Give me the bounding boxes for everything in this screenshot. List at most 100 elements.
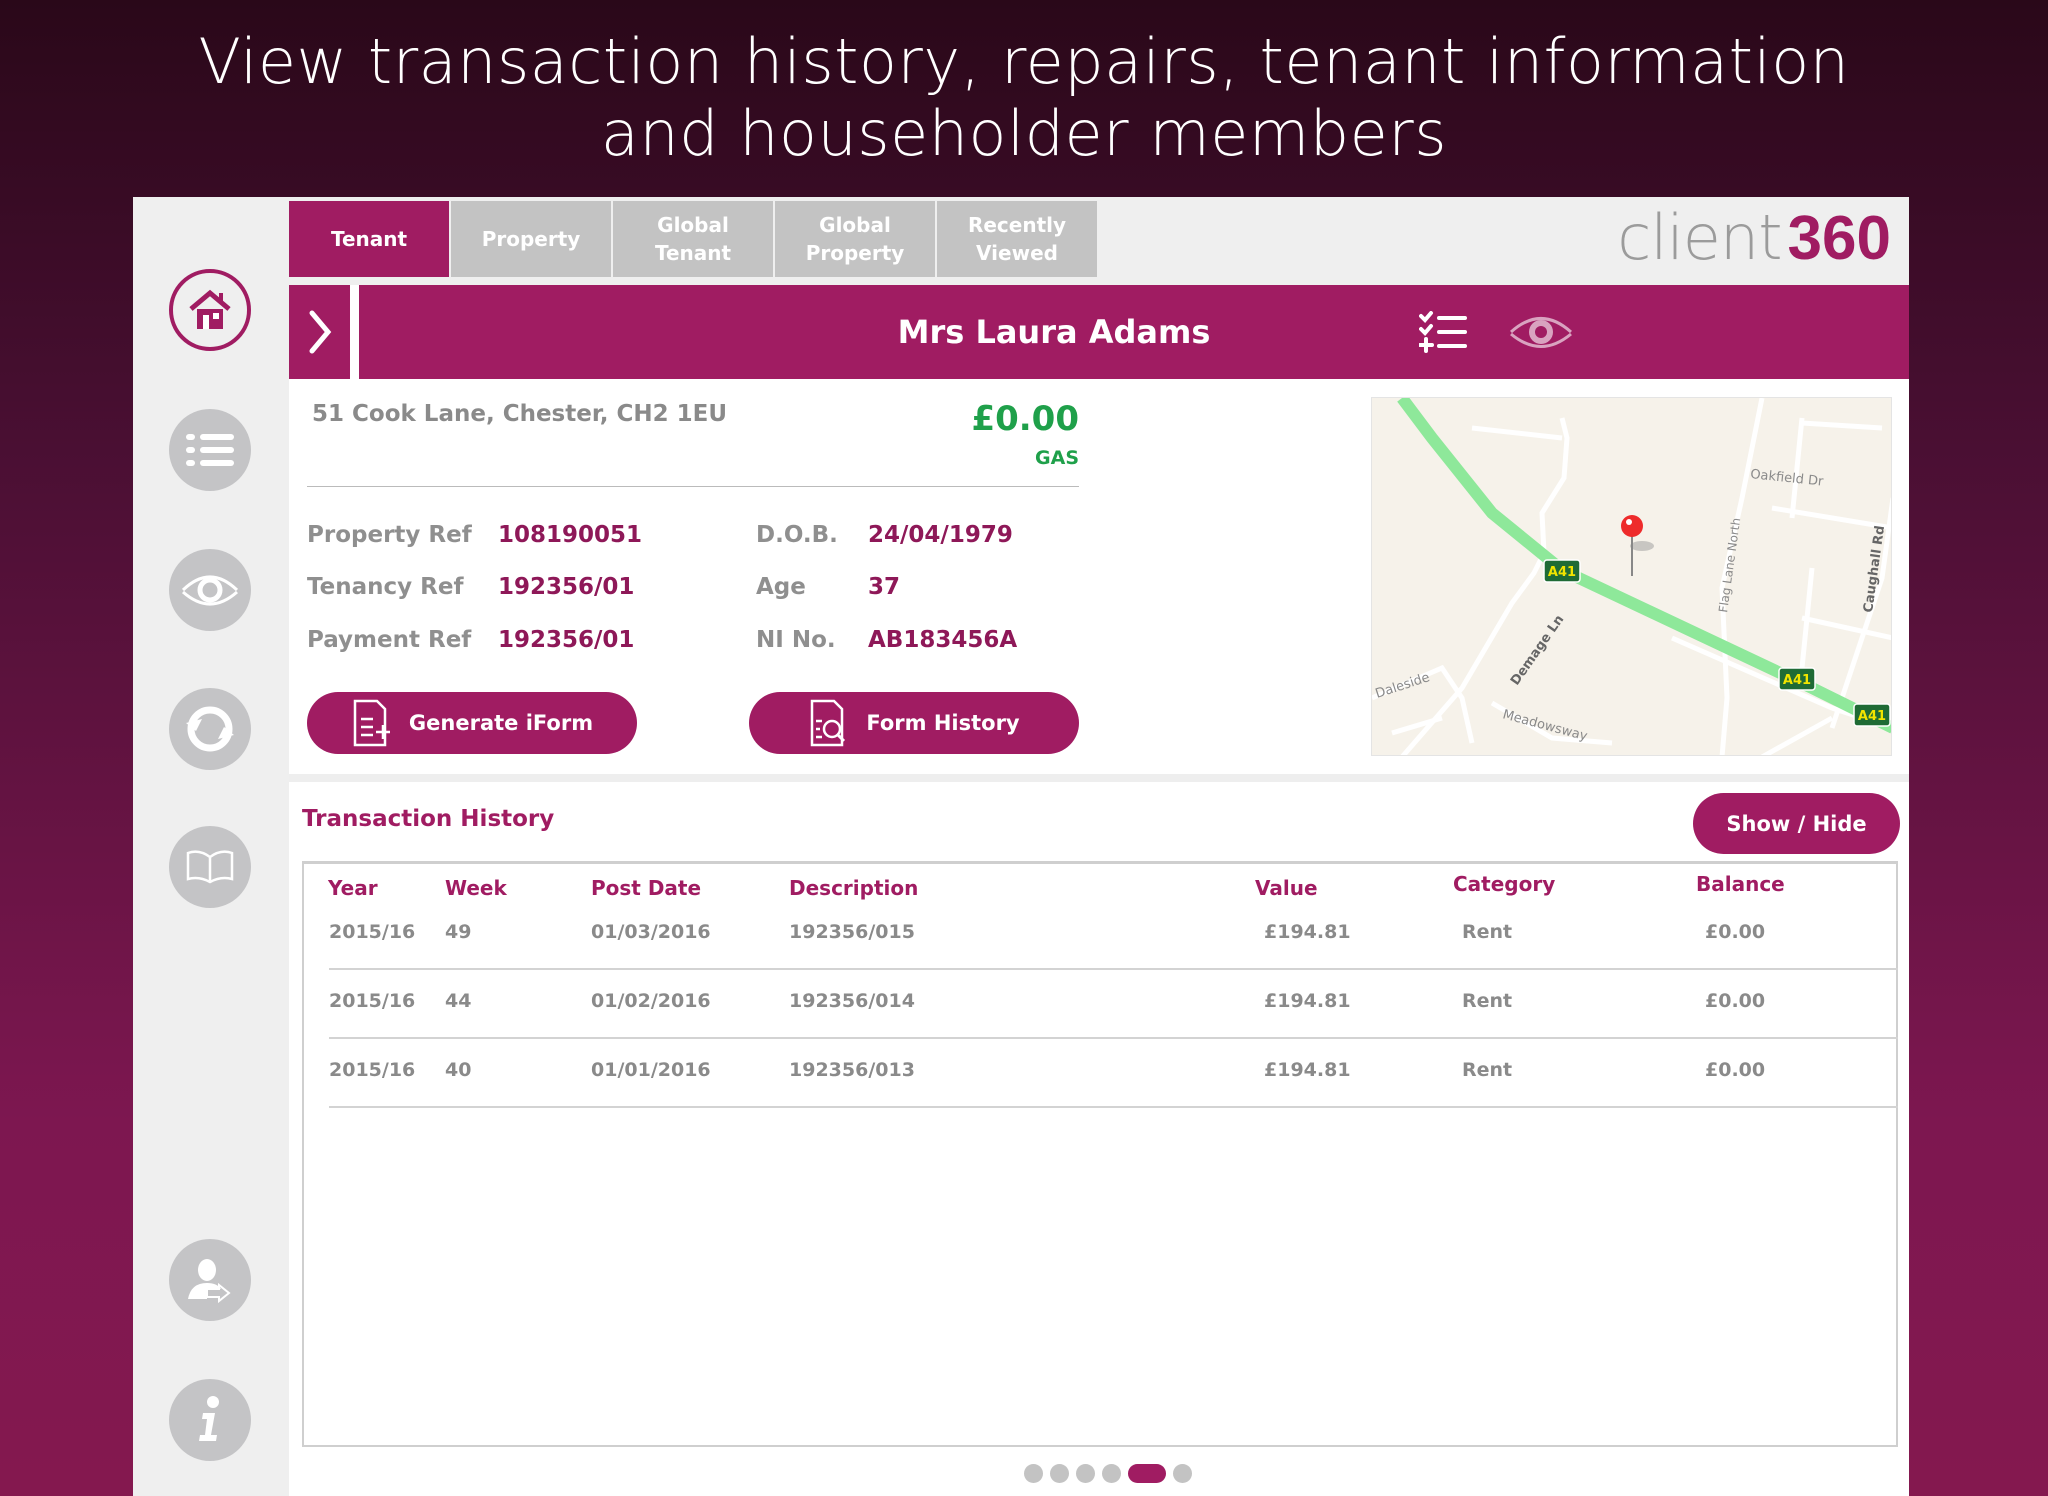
logo-text: client [1617, 201, 1782, 274]
cell-description: 192356/014 [789, 990, 915, 1012]
tab-recently-viewed[interactable]: Recently Viewed [937, 201, 1097, 277]
cell-value: £194.81 [1264, 990, 1351, 1012]
table-row[interactable]: 2015/16 44 01/02/2016 192356/014 £194.81… [329, 970, 1898, 1039]
cell-category: Rent [1462, 921, 1513, 943]
page-dot[interactable] [1102, 1464, 1121, 1483]
sidebar-list-button[interactable] [169, 409, 251, 491]
page-dot[interactable] [1024, 1464, 1043, 1483]
page-dot[interactable] [1050, 1464, 1069, 1483]
cell-balance: £0.00 [1705, 921, 1766, 943]
checklist-icon[interactable] [1419, 311, 1467, 353]
dob-value: 24/04/1979 [868, 522, 1013, 548]
page-indicator [1024, 1464, 1192, 1483]
map-label: Oakfield Dr [1750, 467, 1825, 490]
divider [307, 486, 1079, 487]
location-pin-icon [1621, 515, 1654, 576]
balance-amount: £0.00 [971, 399, 1079, 439]
column-header-balance: Balance [1696, 872, 1785, 896]
tab-global-tenant[interactable]: Global Tenant [613, 201, 773, 277]
cell-year: 2015/16 [329, 990, 416, 1012]
headline-line-2: and householder members [600, 97, 1448, 170]
document-add-icon [353, 699, 390, 747]
tenancy-ref-value: 192356/01 [498, 574, 635, 600]
column-header-value: Value [1255, 876, 1318, 900]
headline-line-1: View transaction history, repairs, tenan… [198, 25, 1850, 98]
balance-label: GAS [1035, 447, 1079, 469]
ni-value: AB183456A [868, 627, 1018, 653]
column-header-category: Category [1453, 872, 1556, 896]
cell-description: 192356/013 [789, 1059, 915, 1081]
page-dot-active[interactable] [1128, 1464, 1166, 1483]
tenant-address: 51 Cook Lane, Chester, CH2 1EU [312, 401, 728, 427]
transaction-history-title: Transaction History [302, 806, 555, 832]
cell-category: Rent [1462, 1059, 1513, 1081]
cell-week: 49 [445, 921, 472, 943]
property-map[interactable]: A41 A41 A41 Oakfield Dr Flag Lane North … [1371, 397, 1892, 756]
map-label: Meadowsway [1501, 707, 1589, 744]
tab-global-property[interactable]: Global Property [775, 201, 935, 277]
column-header-post-date: Post Date [591, 876, 702, 900]
show-hide-button[interactable]: Show / Hide [1693, 793, 1900, 854]
road-label: A41 [1858, 709, 1886, 724]
tenancy-ref-label: Tenancy Ref [307, 574, 464, 600]
generate-iform-button[interactable]: Generate iForm [307, 692, 637, 754]
sidebar-user-transfer-button[interactable] [169, 1239, 251, 1321]
cell-value: £194.81 [1264, 1059, 1351, 1081]
section-divider [289, 774, 1909, 782]
age-value: 37 [868, 574, 901, 600]
info-icon [199, 1396, 219, 1441]
cell-year: 2015/16 [329, 1059, 416, 1081]
column-header-week: Week [445, 876, 507, 900]
column-header-year: Year [328, 876, 378, 900]
property-ref-label: Property Ref [307, 522, 472, 548]
cell-post-date: 01/03/2016 [591, 921, 711, 943]
road-label: A41 [1783, 673, 1811, 688]
table-row[interactable]: 2015/16 49 01/03/2016 192356/015 £194.81… [329, 901, 1898, 970]
chevron-right-icon [309, 310, 331, 354]
name-bar: Mrs Laura Adams [359, 285, 1909, 379]
tab-tenant[interactable]: Tenant [289, 201, 449, 277]
logo-number: 360 [1787, 204, 1891, 273]
client360-logo: client360 [1617, 203, 1891, 274]
sync-icon [186, 706, 234, 752]
form-history-label: Form History [866, 711, 1020, 735]
age-label: Age [756, 574, 806, 600]
sidebar-eye-button[interactable] [169, 549, 251, 631]
ni-label: NI No. [756, 627, 836, 653]
tab-property[interactable]: Property [451, 201, 611, 277]
page-dot[interactable] [1076, 1464, 1095, 1483]
headline: View transaction history, repairs, tenan… [0, 26, 2048, 170]
property-ref-value: 108190051 [498, 522, 643, 548]
cell-balance: £0.00 [1705, 1059, 1766, 1081]
sidebar-book-button[interactable] [169, 826, 251, 908]
cell-week: 44 [445, 990, 472, 1012]
expand-button[interactable] [289, 285, 350, 379]
generate-iform-label: Generate iForm [408, 711, 594, 735]
cell-category: Rent [1462, 990, 1513, 1012]
eye-icon [181, 575, 239, 606]
cell-post-date: 01/02/2016 [591, 990, 711, 1012]
cell-balance: £0.00 [1705, 990, 1766, 1012]
page-dot[interactable] [1173, 1464, 1192, 1483]
transaction-table: Year Week Post Date Description Value Ca… [302, 861, 1898, 1447]
table-row[interactable]: 2015/16 40 01/01/2016 192356/013 £194.81… [329, 1039, 1898, 1108]
cell-year: 2015/16 [329, 921, 416, 943]
document-search-icon [811, 699, 846, 747]
cell-post-date: 01/01/2016 [591, 1059, 711, 1081]
sidebar-sync-button[interactable] [169, 688, 251, 770]
sidebar-info-button[interactable] [169, 1379, 251, 1461]
book-icon [186, 850, 234, 884]
app-window: Tenant Property Global Tenant Global Pro… [133, 197, 1909, 1496]
payment-ref-value: 192356/01 [498, 627, 635, 653]
top-bar: Tenant Property Global Tenant Global Pro… [289, 197, 1909, 285]
sidebar-home-button[interactable] [169, 269, 251, 351]
eye-icon[interactable] [1509, 309, 1573, 355]
sidebar [133, 197, 289, 1496]
map-label: Daleside [1374, 670, 1432, 702]
payment-ref-label: Payment Ref [307, 627, 472, 653]
cell-week: 40 [445, 1059, 472, 1081]
column-header-description: Description [789, 876, 919, 900]
dob-label: D.O.B. [756, 522, 838, 548]
form-history-button[interactable]: Form History [749, 692, 1079, 754]
cell-description: 192356/015 [789, 921, 915, 943]
